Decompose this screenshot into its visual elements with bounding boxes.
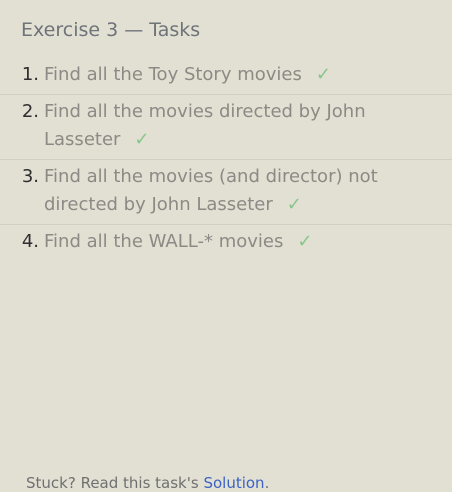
task-text: Find all the WALL-* movies — [44, 231, 284, 252]
help-footer: Stuck? Read this task's Solution. — [26, 474, 269, 492]
page-title: Exercise 3 — Tasks — [21, 19, 201, 41]
task-text-block: Find all the Toy Story movies ✓ — [44, 58, 452, 94]
task-item: 4. Find all the WALL-* movies ✓ — [0, 225, 452, 261]
checkmark-icon: ✓ — [286, 194, 302, 215]
task-text: Find all the Toy Story movies — [44, 64, 302, 85]
task-item: 1. Find all the Toy Story movies ✓ — [0, 58, 452, 95]
task-text: Find all the movies directed by John Las… — [44, 101, 366, 150]
checkmark-icon: ✓ — [315, 64, 331, 85]
task-text-block: Find all the WALL-* movies ✓ — [44, 225, 452, 261]
footer-text: Stuck? Read this task's — [26, 474, 204, 492]
checkmark-icon: ✓ — [297, 231, 313, 252]
task-number: 4. — [21, 231, 39, 252]
task-number: 2. — [21, 101, 39, 122]
footer-suffix: . — [264, 474, 270, 492]
task-item: 2. Find all the movies directed by John … — [0, 95, 452, 160]
task-text-block: Find all the movies directed by John Las… — [44, 95, 452, 159]
task-number: 1. — [21, 64, 39, 85]
task-text: Find all the movies (and director) not d… — [44, 166, 378, 215]
task-number: 3. — [21, 166, 39, 187]
checkmark-icon: ✓ — [134, 129, 150, 150]
solution-link[interactable]: Solution — [203, 474, 264, 492]
task-text-block: Find all the movies (and director) not d… — [44, 160, 452, 224]
task-item: 3. Find all the movies (and director) no… — [0, 160, 452, 225]
task-list: 1. Find all the Toy Story movies ✓ 2. Fin… — [0, 58, 452, 261]
